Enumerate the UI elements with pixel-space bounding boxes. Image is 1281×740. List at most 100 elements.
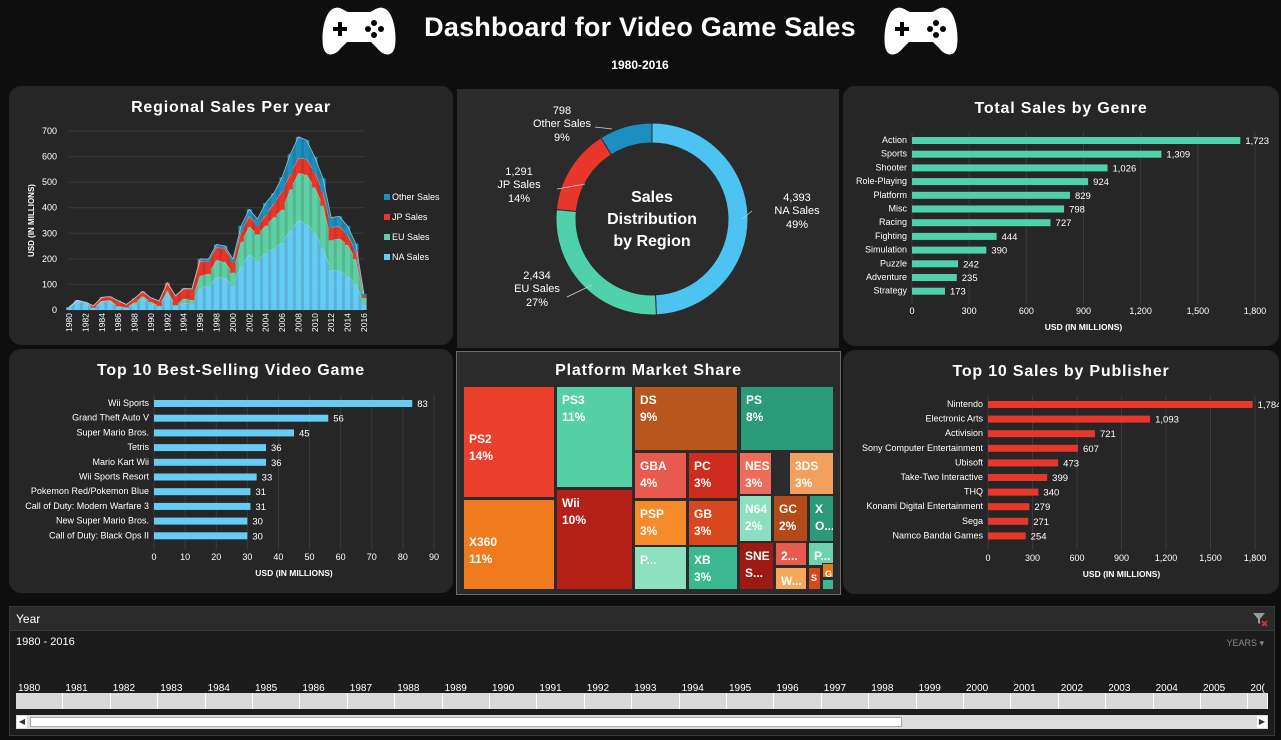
bar-segment [287, 189, 293, 231]
donut-label-name: EU Sales [514, 283, 560, 295]
year-cell[interactable] [679, 693, 727, 709]
treemap-tile: XB 3% [688, 546, 738, 590]
year-cell[interactable] [442, 693, 490, 709]
category-label: Wii Sports Resort [79, 472, 150, 482]
year-cell[interactable] [347, 693, 396, 709]
year-cell[interactable] [253, 693, 301, 709]
data-bar [988, 488, 1039, 496]
year-cell[interactable] [395, 693, 443, 709]
year-cell[interactable] [490, 693, 538, 709]
bar-segment [279, 177, 285, 192]
scroll-right-icon[interactable]: ▶ [1257, 716, 1267, 728]
data-label: 473 [1063, 458, 1079, 469]
data-label: 607 [1083, 444, 1099, 455]
x-tick-label: 1992 [162, 313, 172, 332]
year-cell[interactable] [300, 693, 348, 709]
bar-segment [123, 304, 129, 308]
year-cell[interactable] [1106, 693, 1154, 709]
year-cell[interactable] [632, 693, 680, 709]
time-level-dropdown[interactable]: YEARS ▾ [1226, 638, 1264, 649]
bar-segment [312, 187, 318, 233]
category-label: Activision [945, 428, 983, 438]
data-bar [154, 429, 294, 437]
x-tick-label: 1996 [195, 313, 205, 332]
y-tick-label: 600 [42, 152, 57, 162]
scrollbar-thumb[interactable] [30, 717, 902, 727]
category-label: Shooter [875, 162, 907, 172]
year-cell[interactable] [110, 693, 159, 709]
year-cell[interactable] [869, 693, 917, 709]
year-cell[interactable] [205, 693, 253, 709]
legend-swatch [384, 194, 390, 200]
year-cell[interactable] [727, 693, 775, 709]
data-label: 36 [271, 443, 282, 454]
timeline-scrollbar[interactable]: ◀ ▶ [16, 715, 1268, 729]
data-label: 36 [271, 458, 282, 469]
donut-label-name: NA Sales [774, 205, 820, 217]
data-label: 279 [1034, 502, 1050, 513]
year-cell[interactable] [1248, 693, 1268, 709]
year-cell[interactable] [774, 693, 822, 709]
year-cell[interactable] [584, 693, 633, 709]
category-label: Pokemon Red/Pokemon Blue [31, 486, 149, 496]
data-label: 340 [1043, 488, 1059, 499]
treemap-tile: PS3 11% [556, 386, 633, 488]
bar-segment [279, 209, 285, 243]
bar-segment [304, 140, 310, 160]
category-label: Simulation [865, 245, 907, 255]
x-tick-label: 1986 [113, 313, 123, 332]
legend-swatch [384, 214, 390, 220]
legend-swatch [384, 254, 390, 260]
category-label: Electronic Arts [925, 414, 983, 424]
data-label: 1,723 [1245, 136, 1269, 147]
bar-segment [304, 223, 310, 310]
scroll-left-icon[interactable]: ◀ [17, 716, 27, 728]
bar-segment [246, 254, 252, 310]
treemap-tile: SNE S... [739, 542, 774, 590]
bar-segment [66, 307, 72, 310]
data-label: 45 [299, 428, 310, 439]
year-cell[interactable] [1058, 693, 1107, 709]
bar-segment [336, 216, 343, 227]
year-cell[interactable] [537, 693, 585, 709]
year-cell[interactable] [964, 693, 1012, 709]
chevron-down-icon: ▾ [1259, 638, 1264, 648]
category-label: Role-Playing [856, 176, 907, 186]
data-label: 721 [1100, 429, 1116, 440]
x-tick-label: 2006 [277, 313, 287, 332]
category-label: Grand Theft Auto V [72, 413, 149, 423]
bar-segment [320, 178, 326, 193]
year-cell[interactable] [821, 693, 870, 709]
bar-segment [131, 298, 138, 303]
x-tick-label: 2016 [359, 313, 369, 332]
bar-segment [213, 277, 220, 310]
treemap-tile: DS 9% [634, 386, 738, 451]
data-label: 235 [962, 273, 978, 284]
donut-label-value: 798 [553, 105, 571, 117]
x-tick-label: 1,800 [1244, 553, 1267, 563]
category-label: Adventure [866, 272, 907, 282]
publisher-bar-chart: 0 300 600 900 1,200 1,500 1,800 USD (IN MILLION… [862, 396, 1279, 579]
treemap-tile: X O... [809, 495, 834, 542]
year-cell[interactable] [916, 693, 964, 709]
year-cell[interactable] [1011, 693, 1059, 709]
bar-segment [304, 174, 310, 224]
year-cell[interactable] [1153, 693, 1201, 709]
clear-filter-icon[interactable] [1252, 611, 1268, 627]
platform-share-panel: Platform Market Share PS2 14% PS3 11% DS 9… [456, 351, 841, 595]
x-tick-label: 1,200 [1155, 553, 1178, 563]
year-cell[interactable] [1201, 693, 1249, 709]
category-label: Sega [962, 516, 983, 526]
bar-segment [205, 273, 211, 286]
top-games-panel: Top 10 Best-Selling Video Game 0 10 20 30 40… [9, 349, 453, 593]
x-tick-label: 1,200 [1129, 306, 1152, 316]
y-axis-label: USD (IN MILLIONS) [27, 184, 36, 257]
x-axis-label: USD (IN MILLIONS) [255, 568, 333, 578]
year-cell[interactable] [16, 693, 64, 709]
data-label: 798 [1069, 205, 1085, 216]
bar-segment [246, 226, 252, 255]
x-tick-label: 1994 [179, 313, 189, 332]
year-cell[interactable] [158, 693, 206, 709]
year-timeline-slicer[interactable]: Year 1980 - 2016 YEARS ▾ 1980 1981 1982 198… [9, 606, 1275, 736]
year-cell[interactable] [63, 693, 111, 709]
